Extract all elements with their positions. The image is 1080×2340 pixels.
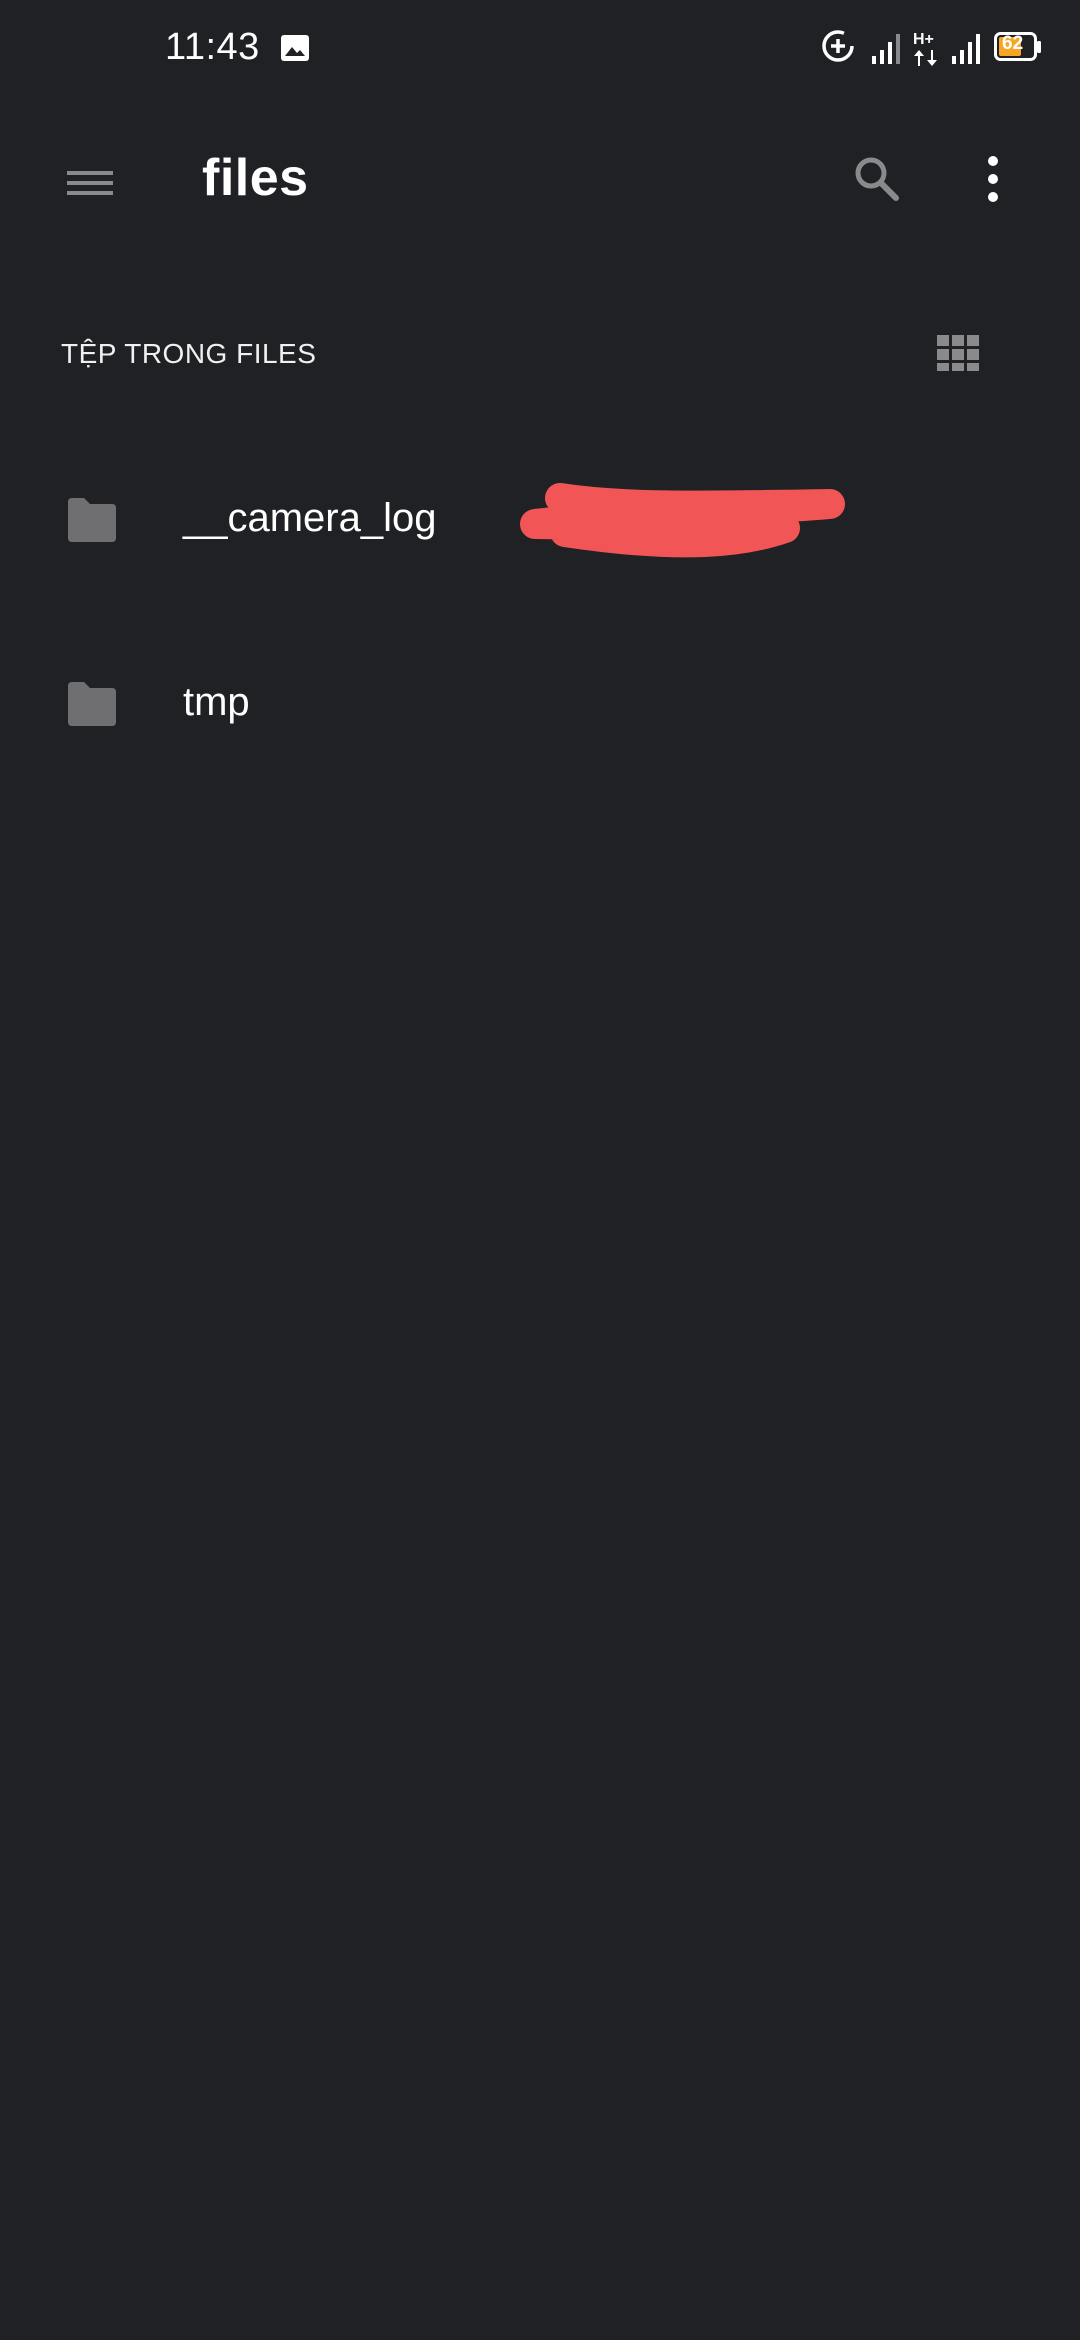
battery-level: 62	[1002, 33, 1024, 54]
grid-view-icon[interactable]	[930, 328, 986, 378]
search-icon[interactable]	[842, 144, 912, 214]
data-saver-icon	[822, 30, 854, 62]
hplus-data-icon: H+	[913, 31, 937, 66]
app-bar: files	[0, 120, 1080, 240]
file-list: __camera_log tmp	[0, 430, 1080, 798]
svg-text:H+: H+	[913, 31, 934, 48]
section-title: TỆP TRONG FILES	[61, 338, 317, 369]
list-item[interactable]: __camera_log	[0, 430, 1080, 614]
page-title: files	[202, 149, 309, 207]
folder-icon	[68, 498, 116, 542]
redaction-scribble	[520, 483, 845, 558]
list-item[interactable]: tmp	[0, 614, 1080, 798]
folder-icon	[68, 682, 116, 726]
hamburger-menu-icon[interactable]	[52, 152, 128, 212]
file-name: __camera_log	[183, 496, 437, 540]
more-vert-icon[interactable]	[968, 144, 1018, 214]
status-time: 11:43	[165, 26, 260, 68]
section-header: TỆP TRONG FILES	[0, 318, 1080, 388]
signal-icon	[872, 34, 900, 64]
status-bar: 11:43 H+ 62	[0, 0, 1080, 100]
image-icon	[281, 35, 309, 61]
file-name: tmp	[183, 680, 250, 724]
signal-icon	[952, 34, 980, 64]
